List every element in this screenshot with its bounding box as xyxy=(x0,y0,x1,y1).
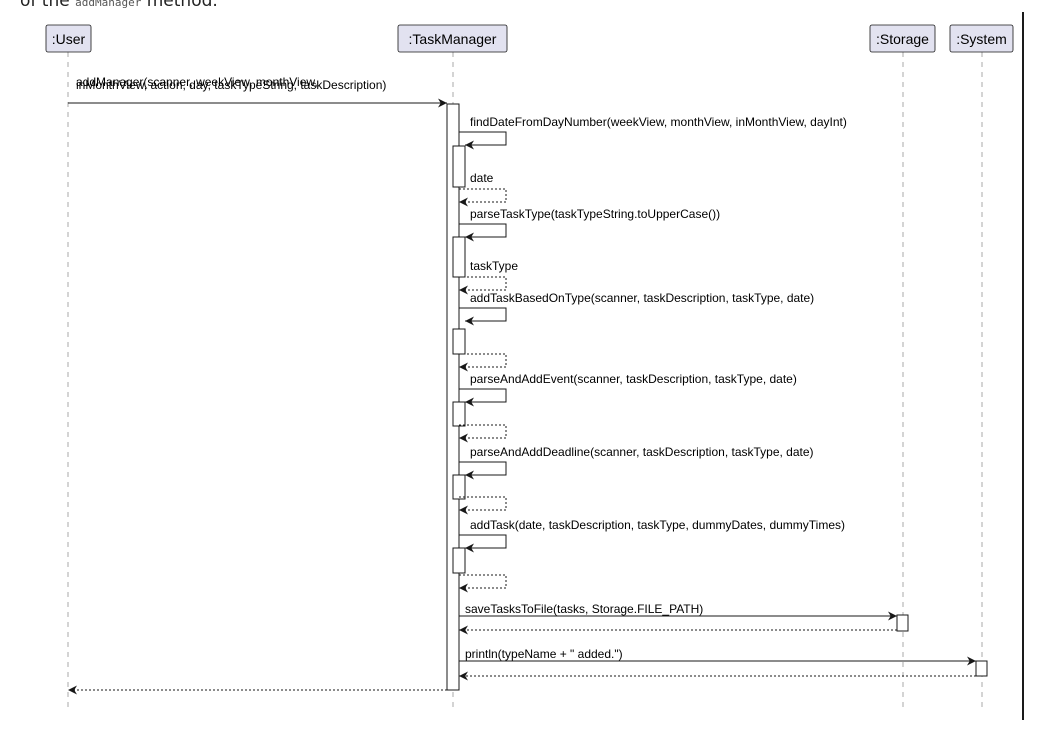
message-label-4: taskType xyxy=(470,259,518,273)
activation-parse-add-deadline xyxy=(452,474,466,500)
message-10 xyxy=(459,496,507,515)
activation-system xyxy=(975,660,988,677)
message-arrow-4 xyxy=(459,276,507,295)
activation-parse-task-type xyxy=(452,236,466,278)
message-8 xyxy=(459,424,507,443)
message-label-0-1: inMonthView, action, day, taskTypeString… xyxy=(76,78,386,92)
message-6 xyxy=(459,353,507,372)
participant-user: :User xyxy=(45,24,92,53)
activation-add-task-based-on-type xyxy=(452,328,466,355)
message-arrow-3 xyxy=(459,223,507,242)
message-label-1: findDateFromDayNumber(weekView, monthVie… xyxy=(470,115,847,129)
message-arrow-8 xyxy=(459,424,507,443)
sequence-diagram: addManager(scanner, weekView, monthView,… xyxy=(45,24,1014,712)
activation-add-task xyxy=(452,547,466,574)
message-arrow-7 xyxy=(459,388,507,407)
message-label-11: addTask(date, taskDescription, taskType,… xyxy=(470,518,845,532)
message-12 xyxy=(459,574,507,593)
message-13: saveTasksToFile(tasks, Storage.FILE_PATH… xyxy=(459,602,897,621)
message-label-2: date xyxy=(470,171,494,185)
participant-label-system: :System xyxy=(956,31,1007,47)
message-11: addTask(date, taskDescription, taskType,… xyxy=(459,518,845,553)
participant-system: :System xyxy=(949,24,1014,53)
activation-storage xyxy=(896,614,909,632)
message-label-5: addTaskBasedOnType(scanner, taskDescript… xyxy=(470,291,814,305)
activation-find-date xyxy=(452,145,466,188)
participant-storage: :Storage xyxy=(869,24,936,53)
message-9: parseAndAddDeadline(scanner, taskDescrip… xyxy=(459,445,814,480)
message-arrow-12 xyxy=(459,574,507,593)
activation-taskmanager xyxy=(446,103,460,691)
message-3: parseTaskType(taskTypeString.toUpperCase… xyxy=(459,207,720,242)
message-7: parseAndAddEvent(scanner, taskDescriptio… xyxy=(459,372,797,407)
participant-label-storage: :Storage xyxy=(876,31,929,47)
message-label-7: parseAndAddEvent(scanner, taskDescriptio… xyxy=(470,372,797,386)
message-5: addTaskBasedOnType(scanner, taskDescript… xyxy=(459,291,814,326)
message-arrow-1 xyxy=(459,131,507,150)
participant-label-taskmanager: :TaskManager xyxy=(409,31,497,47)
message-1: findDateFromDayNumber(weekView, monthVie… xyxy=(459,115,847,150)
message-15: println(typeName + " added.") xyxy=(459,647,976,666)
activation-parse-add-event xyxy=(452,401,466,427)
message-label-13: saveTasksToFile(tasks, Storage.FILE_PATH… xyxy=(465,602,703,616)
message-arrow-2 xyxy=(459,188,507,207)
message-arrow-9 xyxy=(459,461,507,480)
message-label-15: println(typeName + " added.") xyxy=(465,647,623,661)
message-arrow-5 xyxy=(459,307,507,326)
message-0: addManager(scanner, weekView, monthView,… xyxy=(68,75,447,108)
participant-label-user: :User xyxy=(52,31,86,47)
message-arrow-6 xyxy=(459,353,507,372)
message-2: date xyxy=(459,171,507,207)
message-label-3: parseTaskType(taskTypeString.toUpperCase… xyxy=(470,207,720,221)
message-arrow-10 xyxy=(459,496,507,515)
participant-taskmanager: :TaskManager xyxy=(397,24,508,53)
message-4: taskType xyxy=(459,259,518,295)
message-arrow-11 xyxy=(459,534,507,553)
message-label-9: parseAndAddDeadline(scanner, taskDescrip… xyxy=(470,445,814,459)
